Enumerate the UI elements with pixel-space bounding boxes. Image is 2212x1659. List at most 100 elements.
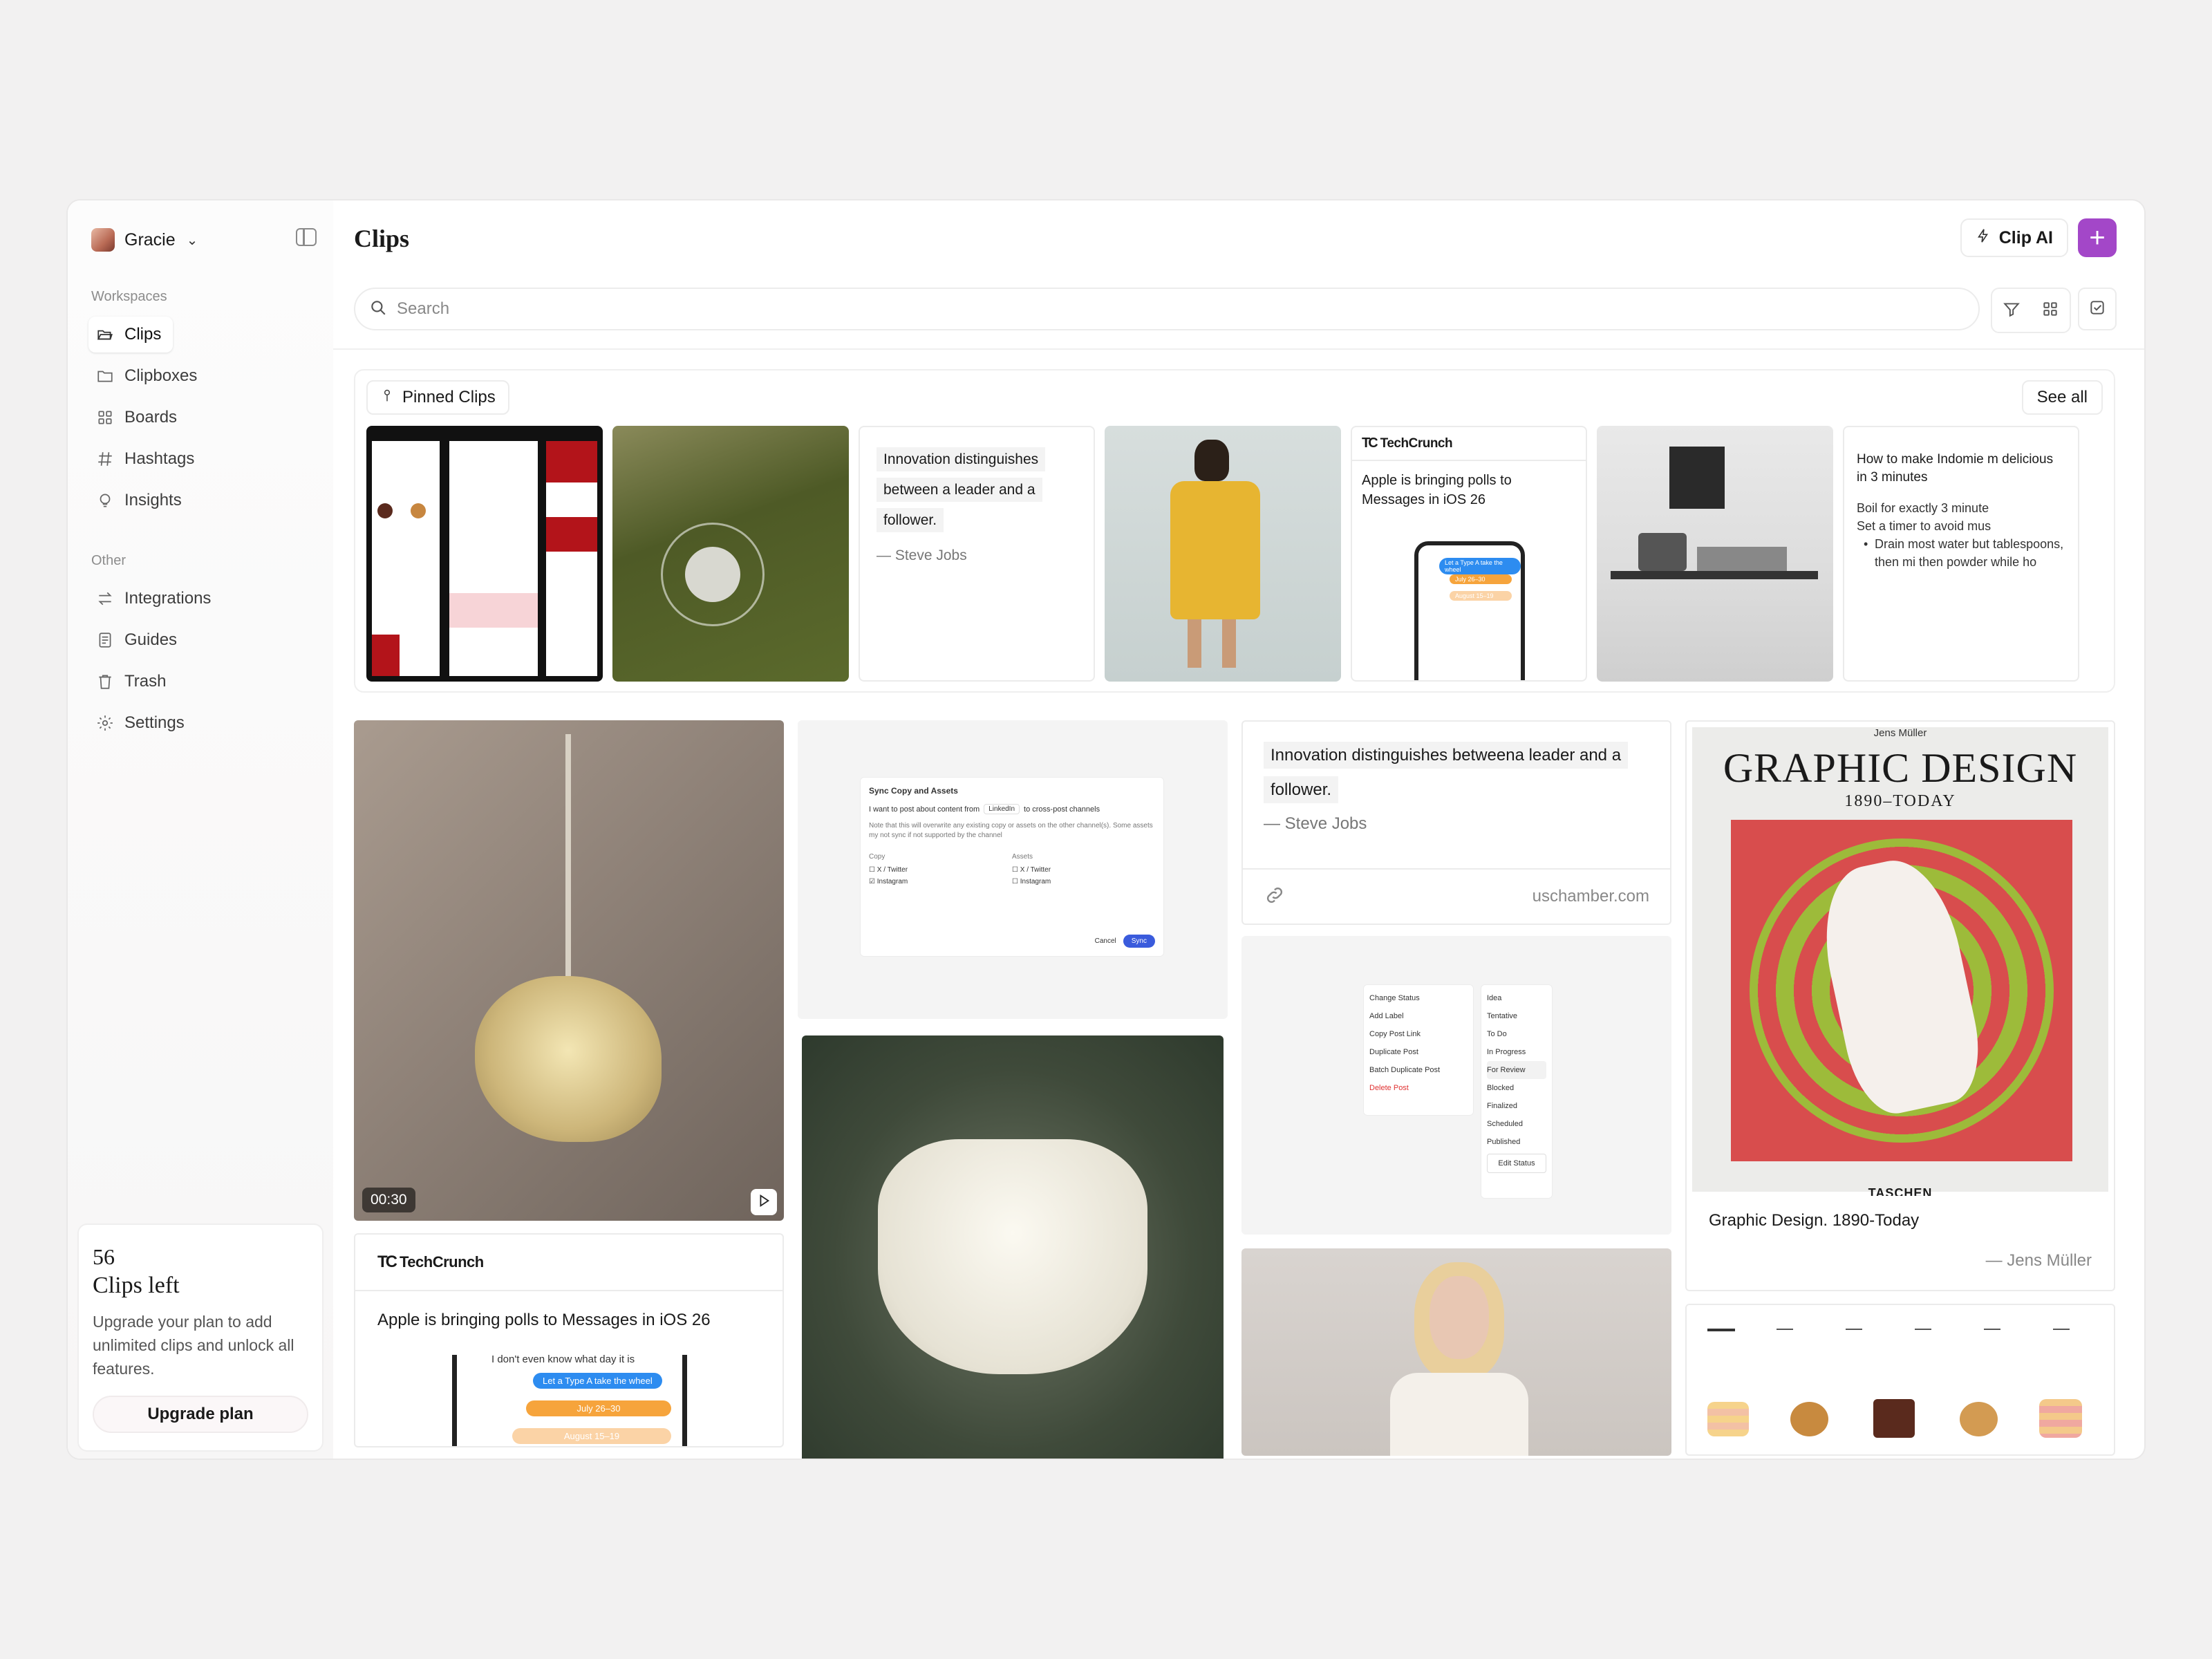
cookie-1 — [1790, 1402, 1828, 1436]
lightbulb-icon — [95, 491, 115, 510]
leg-left — [1188, 619, 1201, 668]
book-author-top: Jens Müller — [1873, 727, 1927, 739]
book-artwork — [1731, 820, 2072, 1161]
upgrade-plan-button[interactable]: Upgrade plan — [93, 1396, 308, 1433]
sidebar-item-insights[interactable]: Insights — [88, 482, 317, 518]
quote-author-large: — Steve Jobs — [1264, 814, 1367, 833]
clip-sync-dialog[interactable]: Sync Copy and Assets I want to post abou… — [798, 720, 1228, 1019]
clip-quote-link[interactable]: Innovation distinguishes betweena leader… — [1241, 720, 1671, 925]
other-label: Other — [91, 553, 126, 568]
play-icon — [756, 1193, 771, 1212]
sidebar-item-guides[interactable]: Guides — [88, 622, 317, 658]
phone-mockup: Let a Type A take the wheel July 26–30 A… — [1414, 541, 1525, 680]
link-footer: uschamber.com — [1243, 868, 1670, 924]
clip-pendant-lamp-video[interactable]: 00:30 — [354, 720, 784, 1221]
clip-yellow-outfit[interactable] — [1105, 426, 1341, 682]
see-all-button[interactable]: See all — [2021, 380, 2103, 415]
book-cover-title: GRAPHIC DESIGN — [1723, 745, 2078, 791]
clip-bakery-site[interactable] — [1685, 1304, 2115, 1456]
page-title: Clips — [354, 225, 410, 252]
lightning-icon — [1976, 227, 1991, 250]
pinned-clips-section: Pinned Clips See all Innovation distingu… — [354, 369, 2115, 693]
menu-red-block — [372, 635, 400, 676]
chevron-down-icon: ⌄ — [186, 232, 198, 248]
yellow-jacket — [1170, 481, 1260, 619]
grid-view-button[interactable] — [2031, 289, 2070, 332]
document-icon — [95, 630, 115, 650]
menu-page-2 — [449, 441, 538, 676]
imessage-bubble: Let a Type A take the wheel — [533, 1373, 662, 1389]
clip-white-skirt[interactable] — [802, 1035, 1224, 1459]
techcrunch-logo-large: TC TechCrunch — [355, 1235, 782, 1291]
clip-tablecloth[interactable] — [612, 426, 849, 682]
clip-ai-button[interactable]: Clip AI — [1960, 218, 2068, 257]
app-window: Gracie ⌄ Workspaces Clips Clipboxes Boar… — [66, 199, 2146, 1460]
clip-graphic-design-book[interactable]: Jens Müller GRAPHIC DESIGN 1890–TODAY TA… — [1685, 720, 2115, 1291]
user-switcher[interactable]: Gracie ⌄ — [91, 228, 198, 252]
toolbar — [1991, 288, 2117, 333]
recipe-line2: Set a timer to avoid mus — [1857, 519, 1991, 533]
sidebar-item-settings[interactable]: Settings — [88, 705, 317, 741]
sidebar-item-trash[interactable]: Trash — [88, 664, 317, 700]
clip-recipe[interactable]: How to make Indomie m delicious in 3 min… — [1843, 426, 2079, 682]
clip-bakery-menu[interactable] — [366, 426, 603, 682]
techcrunch-logo: TC TechCrunch — [1352, 427, 1586, 461]
play-button[interactable] — [751, 1189, 777, 1215]
quote-text-large: Innovation distinguishes betweena leader… — [1264, 742, 1629, 803]
context-menu: Change Status Add Label Copy Post Link D… — [1363, 984, 1474, 1116]
clip-techcrunch-pinned[interactable]: TC TechCrunch Apple is bringing polls to … — [1351, 426, 1587, 682]
shelf — [1611, 571, 1818, 579]
checkbox-icon — [2088, 299, 2106, 320]
header-divider — [333, 348, 2144, 350]
sidebar-item-integrations[interactable]: Integrations — [88, 581, 317, 617]
search-input[interactable] — [397, 299, 1965, 319]
site-logo — [1707, 1329, 1735, 1331]
recipe-bullet: • Drain most water but tablespoons, then … — [1864, 537, 2064, 569]
sidebar-item-clipboxes[interactable]: Clipboxes — [88, 358, 317, 394]
menu-red-band — [546, 517, 597, 552]
message-text: I don't even know what day it is — [491, 1353, 635, 1365]
hash-icon — [95, 449, 115, 469]
sidebar-item-boards[interactable]: Boards — [88, 400, 317, 435]
clip-portrait[interactable] — [1241, 1248, 1671, 1456]
lamp-cord — [565, 734, 571, 976]
filter-button[interactable] — [1992, 289, 2031, 332]
clip-quote-pinned[interactable]: Innovation distinguishes between a leade… — [859, 426, 1095, 682]
main-content: Clips Clip AI + Pinned Clips See all — [333, 200, 2144, 1459]
clip-retro-electronics[interactable] — [1597, 426, 1833, 682]
site-nav — [1777, 1329, 2093, 1330]
quote-text: Innovation distinguishes between a leade… — [877, 447, 1046, 532]
status-submenu: Idea Tentative To Do In Progress For Rev… — [1481, 984, 1553, 1199]
sidebar-item-clips[interactable]: Clips — [88, 317, 173, 353]
book-caption: Graphic Design. 1890-Today — [1709, 1211, 1920, 1230]
message-bubble: Let a Type A take the wheel — [1439, 558, 1521, 574]
view-controls — [1991, 288, 2071, 333]
other-nav: Integrations Guides Trash Settings — [88, 581, 317, 747]
sidebar-toggle-icon[interactable] — [296, 228, 317, 246]
plate — [685, 547, 740, 602]
pinned-clips-label[interactable]: Pinned Clips — [366, 380, 509, 415]
grid-icon — [95, 408, 115, 427]
workspaces-nav: Clips Clipboxes Boards Hashtags Insights — [88, 317, 317, 524]
sidebar-item-hashtags[interactable]: Hashtags — [88, 441, 317, 477]
clips-left-title: Clips left — [93, 1273, 180, 1298]
clip-status-menu[interactable]: Change Status Add Label Copy Post Link D… — [1241, 936, 1671, 1235]
arrows-icon — [95, 589, 115, 608]
menu-page-1 — [372, 441, 440, 676]
menu-pink-block — [449, 593, 538, 628]
menu-red-header — [546, 441, 597, 482]
workspaces-label: Workspaces — [91, 289, 167, 304]
cookie-2 — [1960, 1402, 1998, 1436]
add-clip-button[interactable]: + — [2078, 218, 2117, 257]
stereo — [1697, 547, 1787, 571]
poll-option-1: July 26–30 — [526, 1400, 671, 1416]
clip-techcrunch[interactable]: TC TechCrunch Apple is bringing polls to … — [354, 1233, 784, 1447]
sidebar: Gracie ⌄ Workspaces Clips Clipboxes Boar… — [68, 200, 333, 1459]
recipe-title: How to make Indomie m delicious in 3 min… — [1857, 452, 2054, 485]
select-button[interactable] — [2078, 288, 2117, 330]
video-timestamp: 00:30 — [362, 1188, 415, 1212]
upgrade-description: Upgrade your plan to add unlimited clips… — [93, 1313, 294, 1378]
folder-open-icon — [95, 325, 115, 344]
folder-icon — [95, 366, 115, 386]
upgrade-card: 56 Clips left Upgrade your plan to add u… — [77, 1224, 324, 1452]
